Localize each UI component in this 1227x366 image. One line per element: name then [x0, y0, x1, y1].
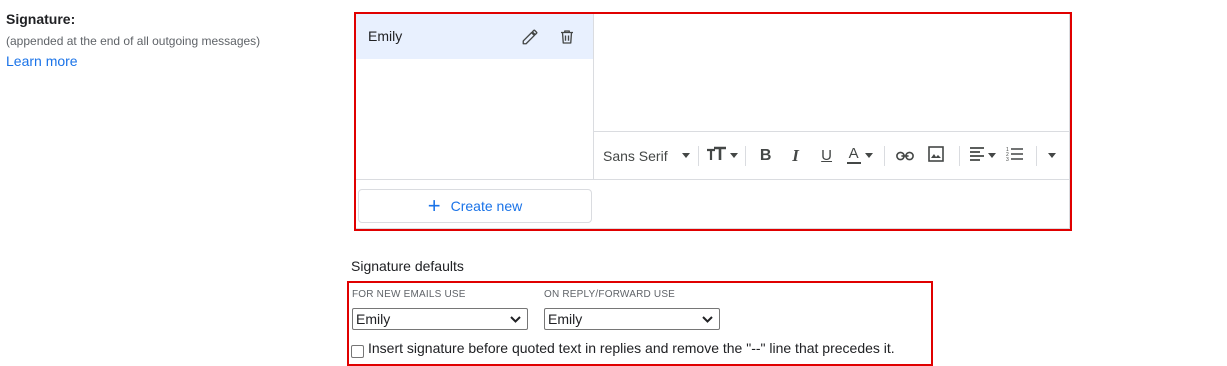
bold-icon: B [759, 146, 772, 164]
more-formatting-icon [1047, 153, 1056, 158]
underline-button[interactable]: U [812, 142, 842, 170]
signature-list: Emily [356, 13, 594, 179]
numbered-list-icon: 123 [1006, 146, 1024, 165]
font-family-dropdown[interactable]: Sans Serif [603, 148, 690, 164]
font-size-button[interactable] [705, 142, 739, 170]
toolbar-divider [883, 145, 885, 166]
toolbar-divider [697, 145, 699, 166]
new-emails-label: FOR NEW EMAILS USE [352, 289, 466, 300]
create-new-button[interactable]: + Create new [358, 189, 592, 223]
font-size-icon [706, 146, 728, 165]
caret-down-icon [864, 153, 873, 158]
insert-before-quoted-row: Insert signature before quoted text in r… [351, 340, 895, 358]
signature-name: Emily [368, 28, 403, 44]
formatting-toolbar: Sans Serif B I U A 1 2 3 [594, 131, 1069, 179]
signature-editor-textarea[interactable] [594, 13, 1069, 131]
caret-down-icon [729, 153, 738, 158]
font-family-label: Sans Serif [603, 147, 668, 164]
insert-before-quoted-checkbox[interactable] [351, 345, 364, 358]
toolbar-divider [1035, 145, 1037, 166]
bold-button[interactable]: B [752, 142, 780, 170]
plus-icon: + [427, 193, 441, 218]
italic-icon: I [792, 145, 799, 165]
image-icon [927, 146, 944, 165]
more-formatting-button[interactable] [1043, 142, 1059, 170]
reply-forward-signature-select[interactable]: Emily [544, 308, 720, 330]
underline-icon: U [821, 147, 833, 164]
align-button[interactable] [966, 142, 1000, 170]
align-icon [969, 147, 985, 164]
reply-forward-selected-value: Emily [548, 311, 583, 327]
create-new-label: Create new [450, 198, 523, 214]
new-emails-signature-select[interactable]: Emily [352, 308, 528, 330]
numbered-list-button[interactable]: 123 [1000, 142, 1030, 170]
link-icon [895, 148, 914, 164]
link-button[interactable] [891, 142, 919, 170]
toolbar-divider [958, 145, 960, 166]
italic-button[interactable]: I [780, 142, 812, 170]
new-emails-selected-value: Emily [356, 311, 391, 327]
edit-pencil-icon[interactable] [519, 26, 541, 48]
toolbar-divider [744, 145, 746, 166]
image-button[interactable] [919, 142, 953, 170]
signature-list-footer: + Create new [356, 179, 1069, 228]
learn-more-link[interactable]: Learn more [6, 53, 78, 69]
chevron-down-icon [702, 315, 713, 323]
delete-trash-icon[interactable] [556, 26, 578, 48]
insert-before-quoted-label: Insert signature before quoted text in r… [368, 339, 895, 356]
caret-down-icon [988, 153, 997, 158]
chevron-down-icon [510, 315, 521, 323]
reply-forward-label: ON REPLY/FORWARD USE [544, 289, 676, 300]
text-color-icon: A [846, 145, 861, 164]
signature-settings: Signature: (appended at the end of all o… [0, 0, 1227, 366]
text-color-button[interactable]: A [842, 142, 878, 170]
signature-label: Signature: [6, 11, 76, 27]
signature-editor-panel: Emily Sans Serif B I U A 1 2 3 + Create … [355, 12, 1070, 229]
signature-sublabel: (appended at the end of all outgoing mes… [6, 34, 261, 48]
caret-down-icon [681, 153, 690, 158]
signature-list-item[interactable]: Emily [356, 13, 593, 59]
svg-text:3: 3 [1006, 157, 1009, 162]
signature-defaults-title: Signature defaults [351, 258, 464, 274]
